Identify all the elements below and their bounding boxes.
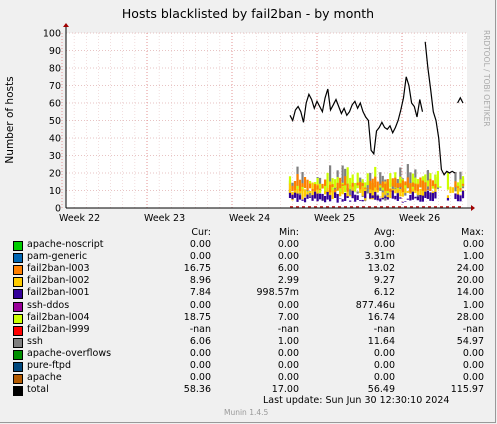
legend-header-max: Max:: [461, 227, 484, 238]
legend-swatch: [13, 313, 23, 324]
y-tick-label: 50: [49, 116, 61, 127]
legend-header-cur: Cur:: [191, 227, 211, 238]
y-tick-label: 70: [49, 81, 61, 92]
y-axis-arrow: [63, 23, 69, 27]
x-tick-label: Week 24: [229, 213, 270, 224]
watermark: RRDTOOL / TOBI OETIKER: [482, 30, 491, 127]
legend-swatch: [13, 265, 23, 276]
y-tick-label: 100: [43, 29, 61, 40]
y-tick-label: 90: [49, 46, 61, 57]
chart-svg: 0102030405060708090100Week 22 Week 23 Week…: [4, 6, 491, 224]
y-tick-label: 20: [49, 169, 61, 180]
munin-version: Munin 1.4.5: [224, 408, 269, 417]
legend-swatch: [13, 253, 23, 264]
y-tick-label: 10: [49, 186, 61, 197]
legend-cur-value: 58.36: [183, 384, 211, 396]
legend-swatch: [13, 325, 23, 336]
last-update: Last update: Sun Jun 30 12:30:10 2024: [263, 395, 450, 406]
y-axis-label: Number of hosts: [4, 76, 16, 163]
legend-swatch: [13, 349, 23, 360]
x-tick-label: Week 25: [314, 213, 355, 224]
x-tick-label: Week 26: [399, 213, 440, 224]
legend-swatch: [13, 374, 23, 385]
y-tick-label: 30: [49, 151, 61, 162]
legend-swatch: [13, 289, 23, 300]
legend-series-name: total: [27, 384, 49, 396]
x-axis-arrow: [471, 205, 475, 211]
legend-swatch: [13, 337, 23, 348]
chart-title: Hosts blacklisted by fail2ban - by month: [122, 6, 374, 21]
y-tick-label: 40: [49, 134, 61, 145]
y-tick-label: 80: [49, 64, 61, 75]
x-tick-label: Week 22: [59, 213, 100, 224]
legend-swatch: [13, 301, 23, 312]
legend-swatch: [13, 386, 23, 397]
y-tick-label: 60: [49, 99, 61, 110]
x-tick-label: Week 23: [144, 213, 185, 224]
legend-swatch: [13, 362, 23, 372]
legend-swatch: [13, 241, 23, 251]
legend-swatch: [13, 277, 23, 288]
legend-header-min: Min:: [278, 227, 299, 238]
legend-header-avg: Avg:: [374, 227, 395, 238]
